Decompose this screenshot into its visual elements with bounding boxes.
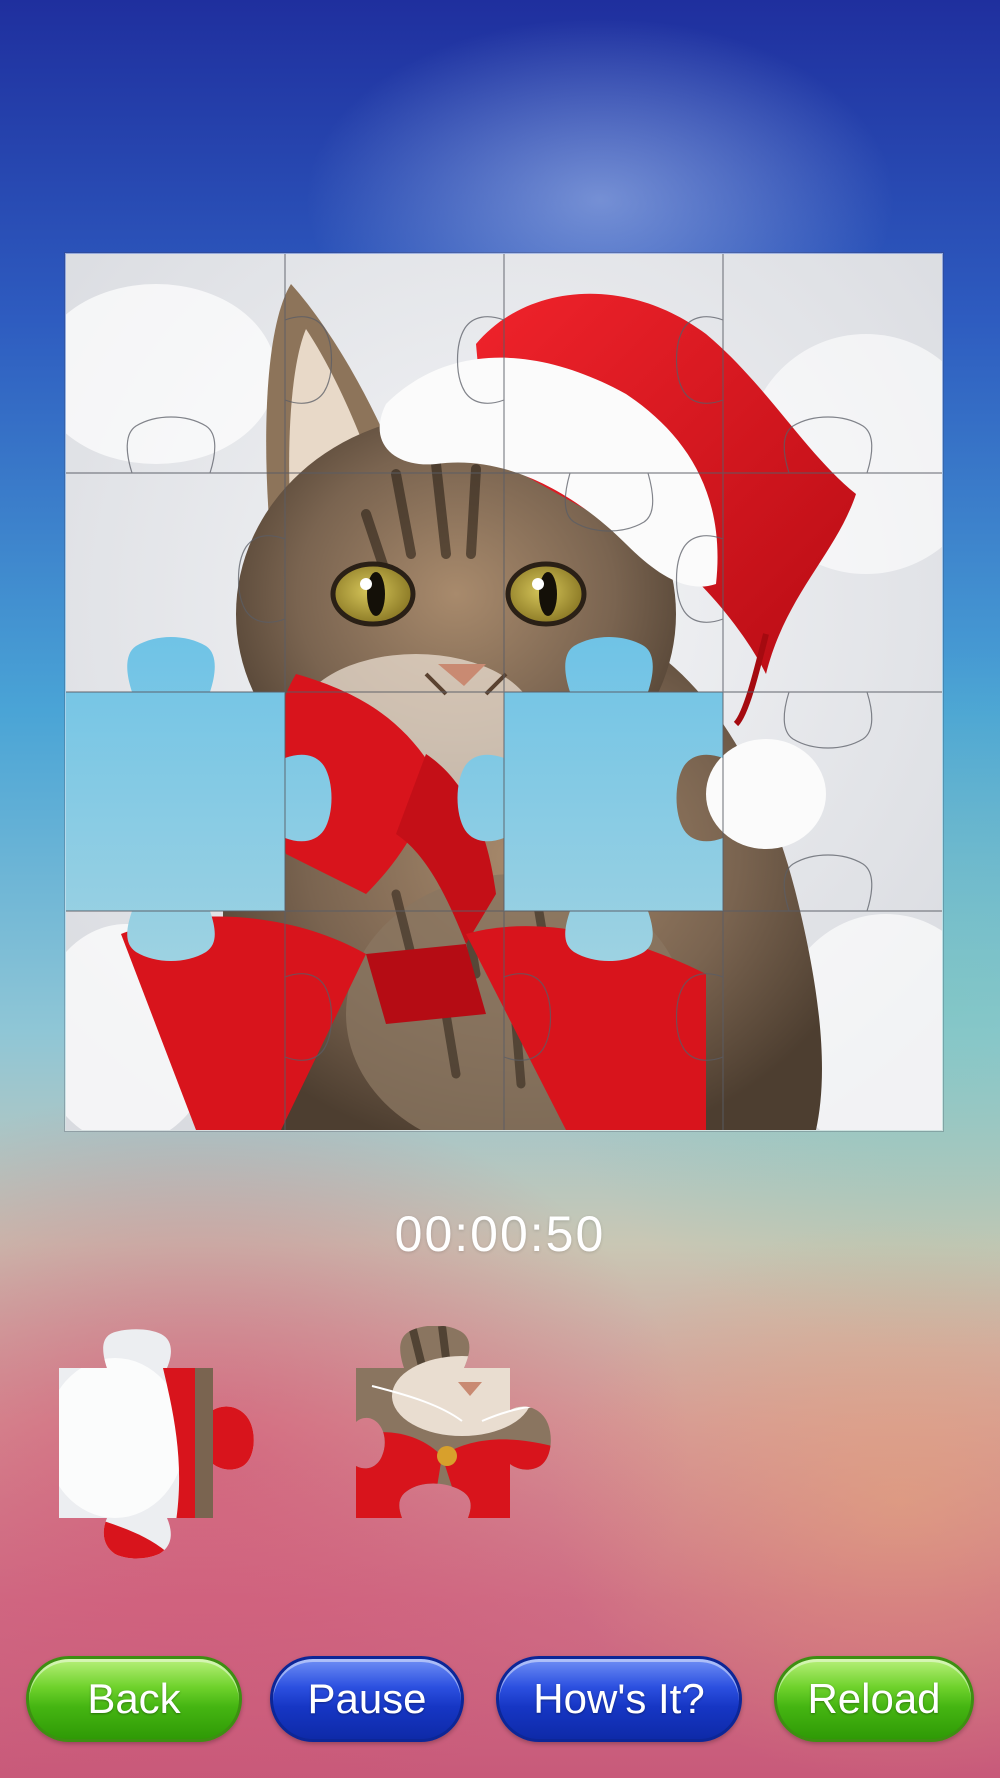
puzzle-image <box>66 254 942 1130</box>
pause-button[interactable]: Pause <box>270 1656 464 1742</box>
puzzle-piece-fur-scarf <box>59 1329 254 1559</box>
tray-piece-1[interactable] <box>55 1328 255 1560</box>
elapsed-timer: 00:00:50 <box>394 1206 606 1262</box>
puzzle-board[interactable] <box>65 253 943 1131</box>
reload-button[interactable]: Reload <box>774 1656 974 1742</box>
tray-piece-2[interactable] <box>352 1325 552 1558</box>
back-button[interactable]: Back <box>26 1656 242 1742</box>
puzzle-piece-kitten-bow <box>356 1325 551 1518</box>
hows-it-button[interactable]: How's It? <box>496 1656 742 1742</box>
